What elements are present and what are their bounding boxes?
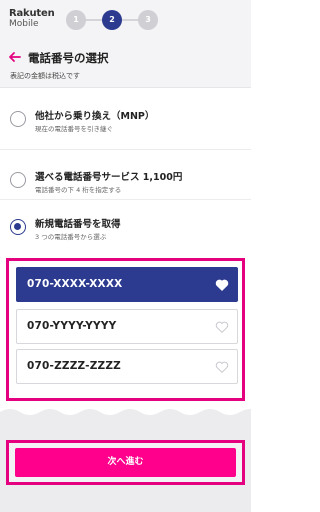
number-option-2-text: 070-YYYY-YYYY [27,320,117,332]
step-3: 3 [138,10,158,30]
option-mnp-title: 他社から乗り換え（MNP） [35,111,155,122]
option-choose-number[interactable]: 選べる電話番号サービス 1,100円 電話番号の下 4 桁を指定する [0,157,251,201]
option-new-number[interactable]: 新規電話番号を取得 3 つの電話番号から選ぶ [0,204,251,248]
option-mnp[interactable]: 他社から乗り換え（MNP） 現在の電話番号を引き継ぐ [0,96,251,140]
rakuten-mobile-logo[interactable]: Rakuten Mobile [9,8,55,30]
heart-icon[interactable] [215,278,229,292]
radio-choose-number[interactable] [10,172,26,188]
step-indicator: 1 2 3 [66,10,158,30]
number-option-1-text: 070-XXXX-XXXX [27,278,123,290]
logo-text-rakuten: Rakuten [9,8,55,19]
option-new-number-subtitle: 3 つの電話番号から選ぶ [35,233,107,241]
heart-outline-icon[interactable] [215,360,229,374]
heart-outline-icon[interactable] [215,320,229,334]
number-option-3-text: 070-ZZZZ-ZZZZ [27,360,121,372]
divider [0,149,251,150]
step-2-active: 2 [102,10,122,30]
radio-mnp[interactable] [10,111,26,127]
number-choices-box: 070-XXXX-XXXX 070-YYYY-YYYY 070-ZZZZ-ZZZ… [6,258,245,401]
option-choose-number-subtitle: 電話番号の下 4 桁を指定する [35,186,122,194]
number-option-3[interactable]: 070-ZZZZ-ZZZZ [16,349,238,384]
logo-text-mobile: Mobile [9,19,39,29]
back-arrow-icon[interactable] [8,50,22,64]
page-title: 電話番号の選択 [28,51,109,65]
step-1: 1 [66,10,86,30]
number-option-2[interactable]: 070-YYYY-YYYY [16,309,238,344]
radio-new-number[interactable] [10,219,26,235]
tax-note: 表記の金額は税込です [10,72,80,80]
next-button[interactable]: 次へ進む [15,448,236,477]
next-button-highlight: 次へ進む [6,440,245,485]
option-mnp-subtitle: 現在の電話番号を引き継ぐ [35,125,113,133]
divider [0,199,251,200]
page-title-bar: 電話番号の選択 表記の金額は税込です [0,40,251,88]
option-new-number-title: 新規電話番号を取得 [35,219,121,230]
number-option-1[interactable]: 070-XXXX-XXXX [16,267,238,302]
app-header: Rakuten Mobile 1 2 3 [0,0,251,40]
wave-divider [0,409,251,424]
option-choose-number-title: 選べる電話番号サービス 1,100円 [35,172,183,183]
